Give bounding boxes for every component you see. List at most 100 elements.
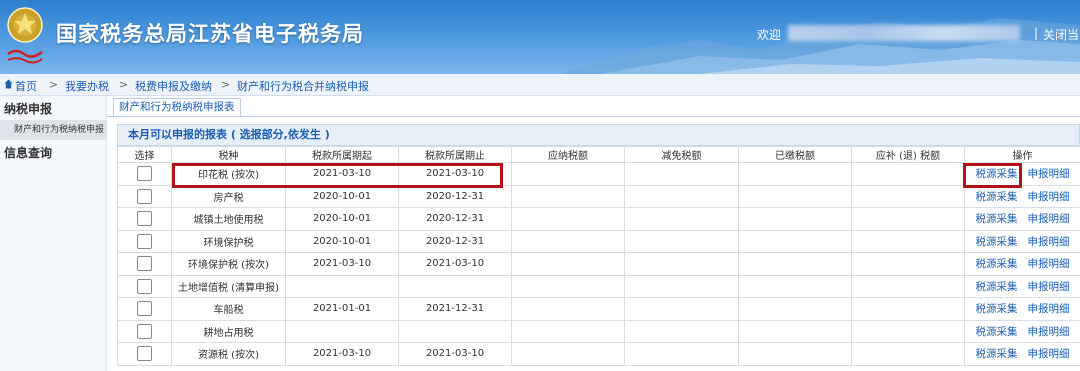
sidebar-group-query[interactable]: 信息查询: [4, 144, 52, 161]
row-period-start: 2020-10-01: [285, 184, 399, 208]
row-period-start: [285, 274, 399, 298]
breadcrumb-home[interactable]: 首页: [15, 78, 37, 94]
header-tax-paid: 已缴税额: [738, 146, 852, 163]
row-period-end: 2020-12-31: [398, 207, 512, 231]
declaration-detail-link[interactable]: 申报明细: [1028, 258, 1070, 270]
close-link[interactable]: 关闭当: [1043, 26, 1079, 43]
panel-title: 本月可以申报的报表 ( 选报部分,依发生 ): [117, 124, 1080, 146]
home-icon: [4, 79, 13, 89]
row-checkbox[interactable]: [137, 211, 152, 227]
declaration-detail-link[interactable]: 申报明细: [1028, 191, 1070, 203]
row-select-cell: [117, 274, 172, 298]
header-actions: 操作: [964, 146, 1080, 163]
declaration-detail-link[interactable]: 申报明细: [1028, 348, 1070, 360]
declaration-detail-link[interactable]: 申报明细: [1028, 326, 1070, 338]
header-banner: 国家税务总局江苏省电子税务局 欢迎 | 关闭当: [0, 0, 1080, 74]
header-tax-due-refund: 应补 (退) 税额: [851, 146, 965, 163]
row-checkbox[interactable]: [137, 256, 152, 272]
table-row: 资源税 (按次) 2021-03-10 2021-03-10 税源采集 申报明细: [117, 342, 1080, 366]
header-tax-payable: 应纳税额: [511, 146, 625, 163]
sidebar-group-declaration[interactable]: 纳税申报: [4, 100, 52, 117]
row-checkbox[interactable]: [137, 188, 152, 204]
row-actions: 税源采集 申报明细: [964, 297, 1080, 321]
row-period-start: [285, 319, 399, 343]
row-period-end: [398, 319, 512, 343]
row-tax-type: 车船税: [171, 297, 286, 321]
row-tax-paid: [738, 319, 852, 343]
row-tax-relief: [624, 162, 739, 186]
breadcrumb: 首页 > 我要办税 > 税费申报及缴纳 > 财产和行为税合并纳税申报: [0, 74, 1080, 96]
table-row: 房产税 2020-10-01 2020-12-31 税源采集 申报明细: [117, 184, 1080, 208]
sidebar-item-property-behavior-tax[interactable]: 财产和行为税纳税申报: [0, 120, 107, 140]
source-collection-link[interactable]: 税源采集: [976, 191, 1018, 203]
tax-bureau-emblem-icon: [7, 7, 43, 64]
header-tax-relief: 减免税额: [624, 146, 739, 163]
row-tax-due-refund: [851, 229, 965, 253]
row-select-cell: [117, 229, 172, 253]
source-collection-link[interactable]: 税源采集: [976, 258, 1018, 270]
breadcrumb-arrow: >: [221, 78, 231, 91]
row-checkbox[interactable]: [137, 278, 152, 294]
row-tax-relief: [624, 297, 739, 321]
breadcrumb-declaration[interactable]: 税费申报及缴纳: [135, 78, 212, 94]
row-period-start: 2020-10-01: [285, 229, 399, 253]
row-select-cell: [117, 342, 172, 366]
header-period-start: 税款所属期起: [285, 146, 399, 163]
row-tax-payable: [511, 297, 625, 321]
row-tax-type: 土地增值税 (清算申报): [171, 274, 286, 298]
source-collection-link[interactable]: 税源采集: [976, 236, 1018, 248]
table-row: 环境保护税 (按次) 2021-03-10 2021-03-10 税源采集 申报明细: [117, 252, 1080, 276]
row-tax-relief: [624, 207, 739, 231]
row-tax-payable: [511, 207, 625, 231]
table-row: 城镇土地使用税 2020-10-01 2020-12-31 税源采集 申报明细: [117, 207, 1080, 231]
row-period-end: 2020-12-31: [398, 184, 512, 208]
breadcrumb-arrow: >: [49, 78, 59, 91]
row-checkbox[interactable]: [137, 166, 152, 182]
declaration-detail-link[interactable]: 申报明细: [1028, 168, 1070, 180]
row-tax-relief: [624, 342, 739, 366]
row-period-start: 2021-03-10: [285, 342, 399, 366]
declaration-detail-link[interactable]: 申报明细: [1028, 281, 1070, 293]
row-tax-paid: [738, 229, 852, 253]
row-period-end: 2021-03-10: [398, 342, 512, 366]
row-select-cell: [117, 207, 172, 231]
row-select-cell: [117, 319, 172, 343]
declaration-detail-link[interactable]: 申报明细: [1028, 303, 1070, 315]
row-tax-due-refund: [851, 319, 965, 343]
row-tax-due-refund: [851, 184, 965, 208]
tab-property-behavior-tax-form[interactable]: 财产和行为税纳税申报表: [113, 98, 241, 116]
row-select-cell: [117, 184, 172, 208]
row-actions: 税源采集 申报明细: [964, 229, 1080, 253]
breadcrumb-current: 财产和行为税合并纳税申报: [237, 80, 369, 93]
row-tax-due-refund: [851, 297, 965, 321]
row-tax-type: 房产税: [171, 184, 286, 208]
site-title: 国家税务总局江苏省电子税务局: [56, 22, 364, 46]
table-row: 耕地占用税 税源采集 申报明细: [117, 319, 1080, 343]
source-collection-link[interactable]: 税源采集: [976, 213, 1018, 225]
row-checkbox[interactable]: [137, 323, 152, 339]
source-collection-link[interactable]: 税源采集: [976, 348, 1018, 360]
row-period-start: 2021-03-10: [285, 252, 399, 276]
row-tax-type: 环境保护税: [171, 229, 286, 253]
declaration-detail-link[interactable]: 申报明细: [1028, 213, 1070, 225]
declaration-detail-link[interactable]: 申报明细: [1028, 236, 1070, 248]
source-collection-link[interactable]: 税源采集: [976, 326, 1018, 338]
row-tax-paid: [738, 297, 852, 321]
header-separator: |: [1034, 26, 1039, 40]
row-tax-paid: [738, 162, 852, 186]
row-tax-type: 环境保护税 (按次): [171, 252, 286, 276]
row-period-start: 2020-10-01: [285, 207, 399, 231]
row-select-cell: [117, 297, 172, 321]
row-checkbox[interactable]: [137, 346, 152, 362]
row-checkbox[interactable]: [137, 301, 152, 317]
row-tax-paid: [738, 342, 852, 366]
source-collection-link[interactable]: 税源采集: [976, 281, 1018, 293]
row-tax-paid: [738, 207, 852, 231]
breadcrumb-tax-service[interactable]: 我要办税: [65, 78, 109, 94]
row-tax-due-refund: [851, 207, 965, 231]
row-checkbox[interactable]: [137, 233, 152, 249]
highlight-stamp-tax-row: [172, 163, 503, 188]
source-collection-link[interactable]: 税源采集: [976, 303, 1018, 315]
table-row: 车船税 2021-01-01 2021-12-31 税源采集 申报明细: [117, 297, 1080, 321]
row-tax-payable: [511, 229, 625, 253]
